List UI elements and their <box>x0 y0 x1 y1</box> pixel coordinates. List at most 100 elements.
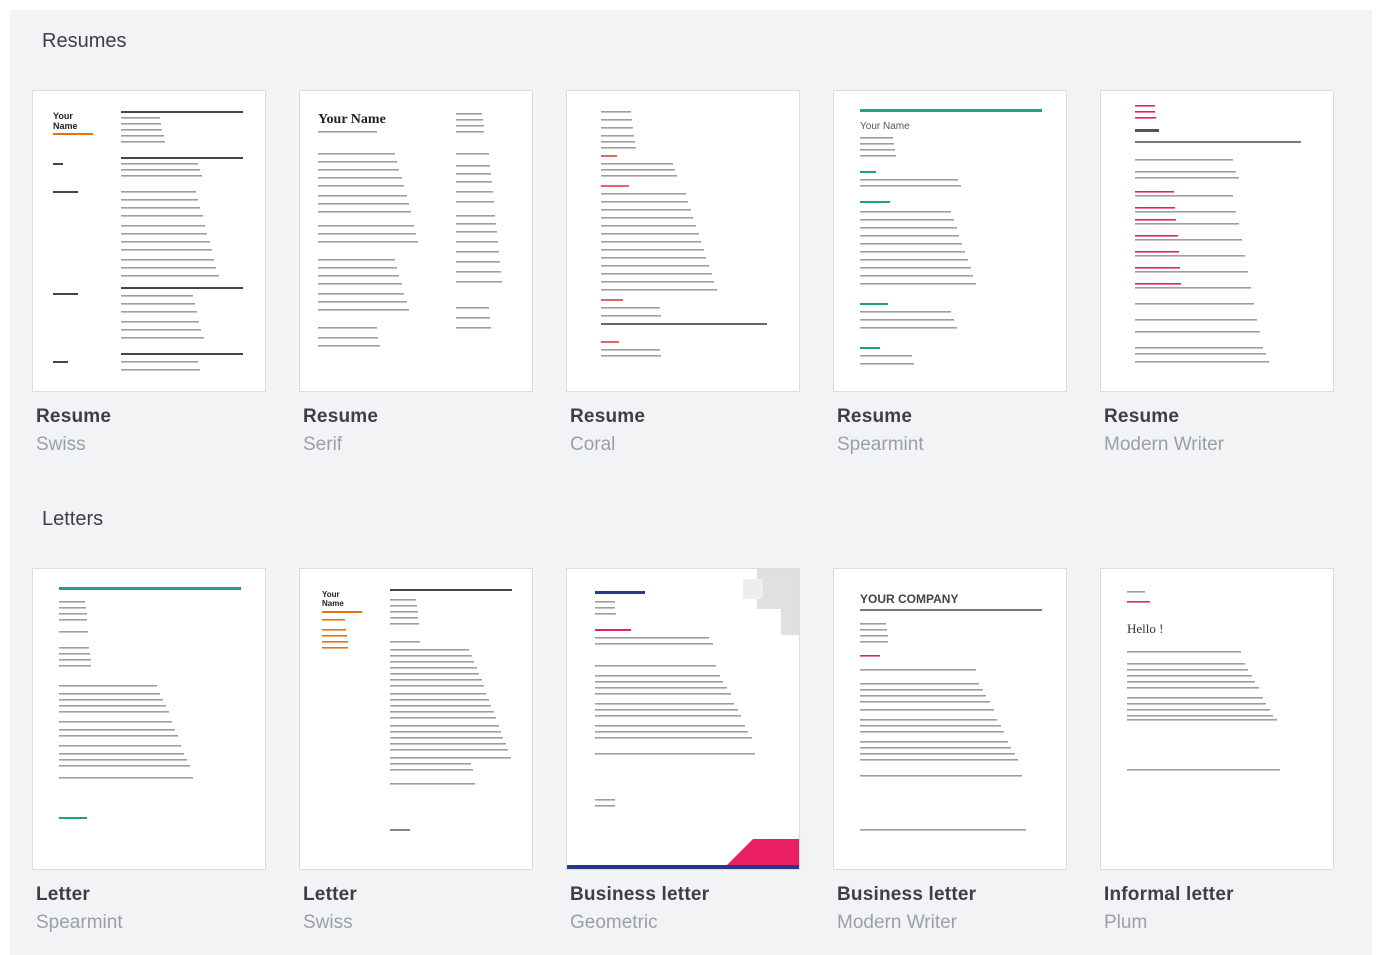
preview-text-line <box>1127 591 1145 593</box>
preview-text-line <box>860 243 962 245</box>
preview-text-line <box>59 759 187 761</box>
preview-text-line <box>59 711 169 713</box>
preview-text-line <box>601 147 636 149</box>
preview-text-line <box>1135 361 1269 363</box>
preview-text-line <box>595 703 734 705</box>
preview-text-line <box>595 693 731 695</box>
preview-text-line <box>456 191 493 193</box>
template-card-business-letter-geometric[interactable]: Business letter Geometric <box>566 568 800 934</box>
preview-text-line <box>860 219 954 221</box>
preview-text-line <box>860 753 1015 755</box>
preview-text-line <box>1135 239 1242 241</box>
preview-text-line <box>860 283 976 285</box>
preview-text-line <box>318 267 397 269</box>
template-card-resume-modern-writer[interactable]: Resume Modern Writer <box>1100 90 1334 456</box>
preview-text-line <box>322 629 346 631</box>
template-card-resume-spearmint[interactable]: Your Name Resume Spearmint <box>833 90 1067 456</box>
preview-text-line <box>121 233 207 235</box>
preview-text-line <box>1135 319 1257 321</box>
preview-text-line <box>318 177 402 179</box>
preview-text-line <box>595 643 713 645</box>
preview-text-line <box>1135 331 1260 333</box>
resume-spearmint-preview: Your Name <box>860 109 1042 365</box>
preview-name: Name <box>53 121 78 131</box>
preview-text-line <box>59 653 90 655</box>
preview-text-line <box>595 675 720 677</box>
preview-text-line <box>318 309 409 311</box>
preview-text-line <box>121 275 219 277</box>
template-subtitle: Modern Writer <box>837 912 958 933</box>
template-card-letter-swiss[interactable]: Your Name Letter Swiss <box>299 568 533 934</box>
preview-text-line <box>456 201 494 203</box>
template-title: Business letter <box>570 884 710 905</box>
preview-text-line <box>601 217 693 219</box>
template-card-resume-coral[interactable]: Resume Coral <box>566 90 800 456</box>
preview-text-line <box>1135 267 1180 269</box>
preview-text-line <box>390 763 471 765</box>
template-card-resume-serif[interactable]: Your Name Resume Serif <box>299 90 533 456</box>
preview-text-line <box>322 647 348 649</box>
template-title: Resume <box>570 406 646 427</box>
preview-text-line <box>1135 223 1239 225</box>
template-subtitle: Modern Writer <box>1104 434 1225 455</box>
preview-text-line <box>1135 353 1266 355</box>
template-title: Business letter <box>837 884 977 905</box>
preview-text-line <box>318 225 414 227</box>
preview-text-line <box>860 709 994 711</box>
preview-text-line <box>318 161 397 163</box>
preview-text-line <box>390 605 417 607</box>
preview-text-line <box>860 235 959 237</box>
preview-text-line <box>595 665 716 667</box>
preview-text-line <box>595 753 755 755</box>
preview-text-line <box>860 741 1008 743</box>
preview-text-line <box>601 225 696 227</box>
preview-text-line <box>390 655 472 657</box>
preview-text-line <box>595 687 727 689</box>
preview-text-line <box>860 683 979 685</box>
preview-text-line <box>1135 271 1248 273</box>
preview-text-line <box>595 737 752 739</box>
preview-text-line <box>601 307 660 309</box>
preview-text-line <box>595 715 741 717</box>
template-subtitle: Geometric <box>570 912 658 933</box>
preview-text-line <box>121 199 198 201</box>
preview-text-line <box>121 369 200 371</box>
preview-text-line <box>59 631 88 633</box>
template-card-informal-letter-plum[interactable]: Hello ! Informal letter Plum <box>1100 568 1334 934</box>
preview-text-line <box>860 629 887 631</box>
preview-text-line <box>601 175 677 177</box>
preview-greeting: Hello ! <box>1127 621 1163 636</box>
preview-text-line <box>121 169 200 171</box>
preview-text-line <box>595 613 616 615</box>
preview-text-line <box>318 327 377 329</box>
preview-text-line <box>59 745 181 747</box>
template-thumbnail: Your Name <box>833 90 1067 392</box>
preview-text-line <box>1127 651 1241 653</box>
preview-name: Name <box>322 599 344 608</box>
preview-text-line <box>456 181 492 183</box>
preview-text-line <box>318 185 404 187</box>
preview-text-line <box>390 649 469 651</box>
preview-text-line <box>1135 171 1236 173</box>
preview-text-line <box>1127 681 1255 683</box>
preview-text-line <box>456 307 489 309</box>
preview-text-line <box>860 689 983 691</box>
preview-text-line <box>121 175 202 177</box>
preview-text-line <box>860 641 888 643</box>
preview-text-line <box>860 363 914 365</box>
preview-text-line <box>121 311 197 313</box>
preview-text-line <box>59 601 85 603</box>
preview-text-line <box>121 267 216 269</box>
template-card-business-letter-modern-writer[interactable]: YOUR COMPANY Business letter Modern Writ… <box>833 568 1067 934</box>
template-thumbnail: Your Name <box>299 90 533 392</box>
preview-text-line <box>59 765 190 767</box>
preview-text-line <box>595 725 745 727</box>
template-card-letter-spearmint[interactable]: Letter Spearmint <box>32 568 266 934</box>
template-subtitle: Spearmint <box>837 434 924 455</box>
preview-text-line <box>860 143 894 145</box>
template-card-resume-swiss[interactable]: Your Name Resume Swiss <box>32 90 266 456</box>
preview-text-line <box>1135 303 1254 305</box>
preview-text-line <box>390 749 508 751</box>
preview-text-line <box>860 185 961 187</box>
preview-text-line <box>1127 703 1266 705</box>
